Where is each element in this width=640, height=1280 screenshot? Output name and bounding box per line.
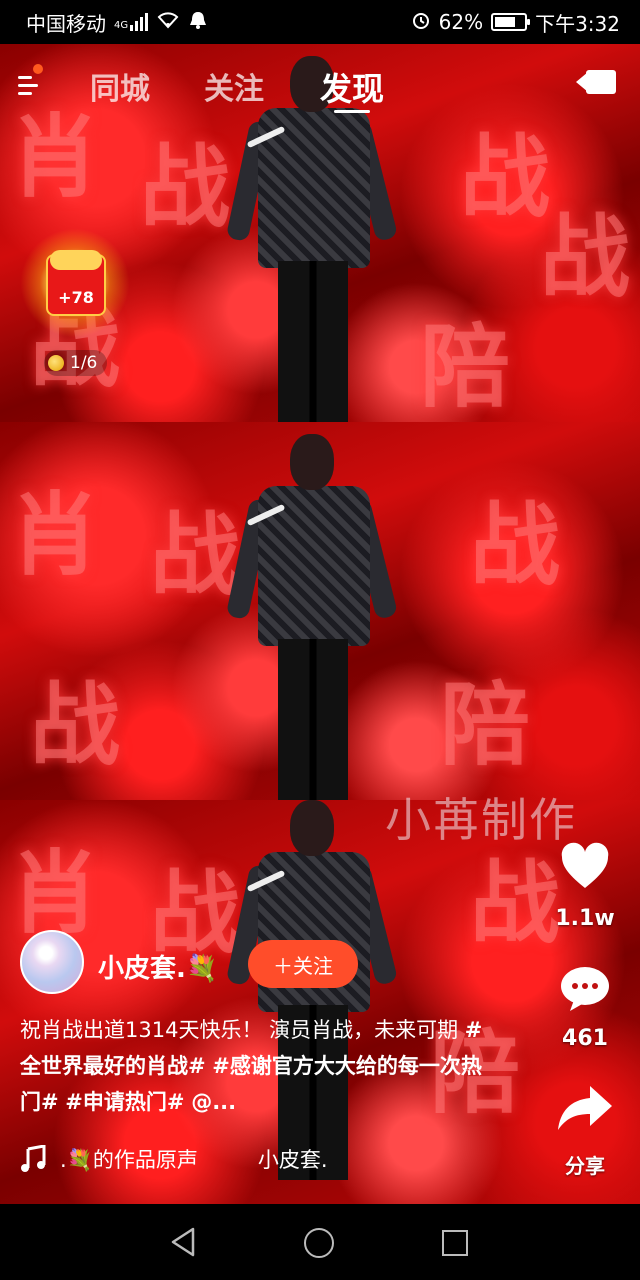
- red-packet-widget[interactable]: +78: [20, 228, 130, 348]
- tab-discover[interactable]: 发现: [320, 64, 384, 110]
- caption-text: 祝肖战出道1314天快乐！ 演员肖战，未来可期: [20, 1018, 465, 1042]
- heart-icon: [561, 842, 609, 888]
- signal-icon: 4G: [114, 13, 149, 31]
- alarm-icon: [411, 10, 431, 35]
- hashtag[interactable]: #申请热门#: [65, 1090, 184, 1114]
- music-note-icon: [21, 1145, 46, 1172]
- coin-pile-icon: [50, 250, 102, 270]
- like-count: 1.1w: [555, 906, 615, 931]
- tab-nearby[interactable]: 同城: [90, 64, 150, 108]
- comment-count: 461: [562, 1026, 608, 1051]
- reward-progress-label: 1/6: [70, 353, 98, 373]
- battery-percent: 62%: [438, 10, 484, 34]
- avatar[interactable]: [20, 930, 84, 994]
- music-author: 小皮套.: [257, 1148, 328, 1172]
- top-nav: 同城 关注 发现: [0, 44, 640, 124]
- follow-button[interactable]: ＋关注: [248, 940, 358, 988]
- share-button[interactable]: [556, 1084, 614, 1132]
- menu-icon[interactable]: [18, 64, 43, 100]
- network-type: 4G: [114, 20, 129, 31]
- active-tab-indicator: [334, 110, 370, 113]
- comment-bubble-icon: [561, 967, 609, 1011]
- share-label: 分享: [565, 1154, 605, 1178]
- share-arrow-icon: [558, 1086, 612, 1130]
- battery-icon: [491, 13, 531, 31]
- video-watermark: 小苒制作: [385, 793, 577, 847]
- coin-icon: [48, 355, 64, 371]
- tab-following[interactable]: 关注: [204, 64, 264, 108]
- recent-apps-icon[interactable]: [442, 1230, 468, 1256]
- video-frame: 肖 战 战 战 陪: [0, 422, 640, 802]
- clock: 下午3:32: [535, 11, 620, 36]
- like-button[interactable]: [560, 842, 610, 892]
- home-icon[interactable]: [304, 1228, 334, 1258]
- video-caption: 祝肖战出道1314天快乐！ 演员肖战，未来可期 #全世界最好的肖战# #感谢官方…: [20, 1012, 490, 1120]
- mention[interactable]: @...: [191, 1090, 236, 1114]
- reward-amount: +78: [58, 288, 94, 307]
- music-title: .💐的作品原声: [60, 1148, 198, 1172]
- notification-dot: [33, 64, 43, 74]
- author-name[interactable]: 小皮套.💐: [98, 948, 218, 985]
- comment-button[interactable]: [560, 966, 610, 1012]
- notification-icon: [188, 10, 208, 35]
- camera-icon[interactable]: [576, 68, 616, 96]
- music-info[interactable]: .💐的作品原声 小皮套.: [20, 1144, 500, 1174]
- reward-progress: 1/6: [44, 350, 108, 376]
- status-bar: 中国移动 4G 62% 下午3:32: [0, 0, 640, 44]
- wifi-icon: [156, 10, 180, 34]
- back-icon[interactable]: [170, 1226, 196, 1258]
- carrier-label: 中国移动: [26, 11, 106, 36]
- system-nav-bar: [0, 1204, 640, 1280]
